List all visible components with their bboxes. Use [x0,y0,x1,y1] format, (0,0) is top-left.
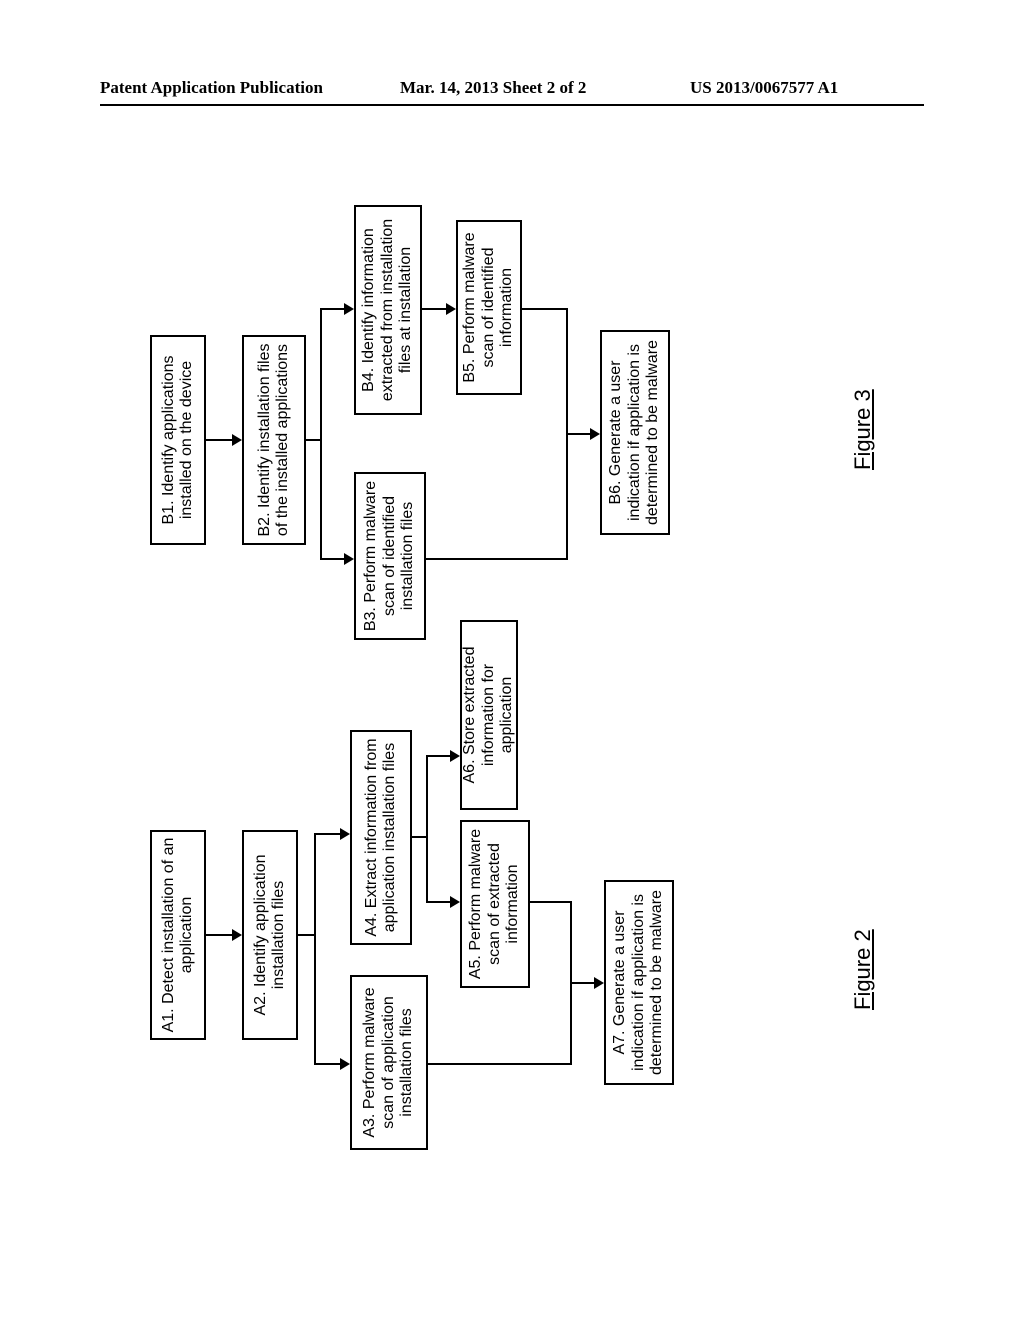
header-right: US 2013/0067577 A1 [690,78,838,98]
box-b1: B1. Identify applications installed on t… [150,335,206,545]
box-b4: B4. Identify information extracted from … [354,205,422,415]
arrow [306,439,320,441]
box-b6: B6. Generate a user indication if applic… [600,330,670,535]
arrow [412,836,426,838]
arrow [422,308,446,310]
arrow [206,934,232,936]
arrow [298,934,314,936]
arrowhead-down-icon [590,428,600,440]
arrowhead-down-icon [594,977,604,989]
arrow [320,558,344,560]
box-a6: A6. Store extracted information for appl… [460,620,518,810]
box-a1: A1. Detect installation of an applicatio… [150,830,206,1040]
arrowhead-down-icon [450,750,460,762]
arrow [206,439,232,441]
box-b2: B2. Identify installation files of the i… [242,335,306,545]
arrow [426,757,428,903]
arrowhead-down-icon [340,828,350,840]
arrow [426,558,566,560]
arrowhead-down-icon [340,1058,350,1070]
box-a7: A7. Generate a user indication if applic… [604,880,674,1085]
header-mid: Mar. 14, 2013 Sheet 2 of 2 [400,78,586,98]
arrow [314,835,316,1065]
page: Patent Application Publication Mar. 14, … [0,0,1024,1320]
arrow [428,1063,570,1065]
arrowhead-down-icon [450,896,460,908]
box-a4: A4. Extract information from application… [350,730,412,945]
figure-canvas: A1. Detect installation of an applicatio… [90,170,910,1190]
box-a5: A5. Perform malware scan of extracted in… [460,820,530,988]
figure-2-label: Figure 2 [850,929,876,1010]
box-b3: B3. Perform malware scan of identified i… [354,472,426,640]
arrow [314,1063,340,1065]
header-left: Patent Application Publication [100,78,323,98]
box-a3: A3. Perform malware scan of application … [350,975,428,1150]
arrow [570,982,594,984]
box-b5: B5. Perform malware scan of identified i… [456,220,522,395]
arrow [426,901,450,903]
arrow [530,901,570,903]
arrow [320,310,322,560]
arrowhead-down-icon [344,303,354,315]
arrow [314,833,340,835]
figure-area: A1. Detect installation of an applicatio… [90,170,910,1190]
arrowhead-down-icon [232,434,242,446]
arrow [320,308,344,310]
header-rule [100,104,924,106]
figure-3-label: Figure 3 [850,389,876,470]
arrow [566,433,590,435]
arrow [426,755,450,757]
arrow [522,308,566,310]
arrowhead-down-icon [446,303,456,315]
box-a2: A2. Identify application installation fi… [242,830,298,1040]
arrowhead-down-icon [344,553,354,565]
arrowhead-down-icon [232,929,242,941]
